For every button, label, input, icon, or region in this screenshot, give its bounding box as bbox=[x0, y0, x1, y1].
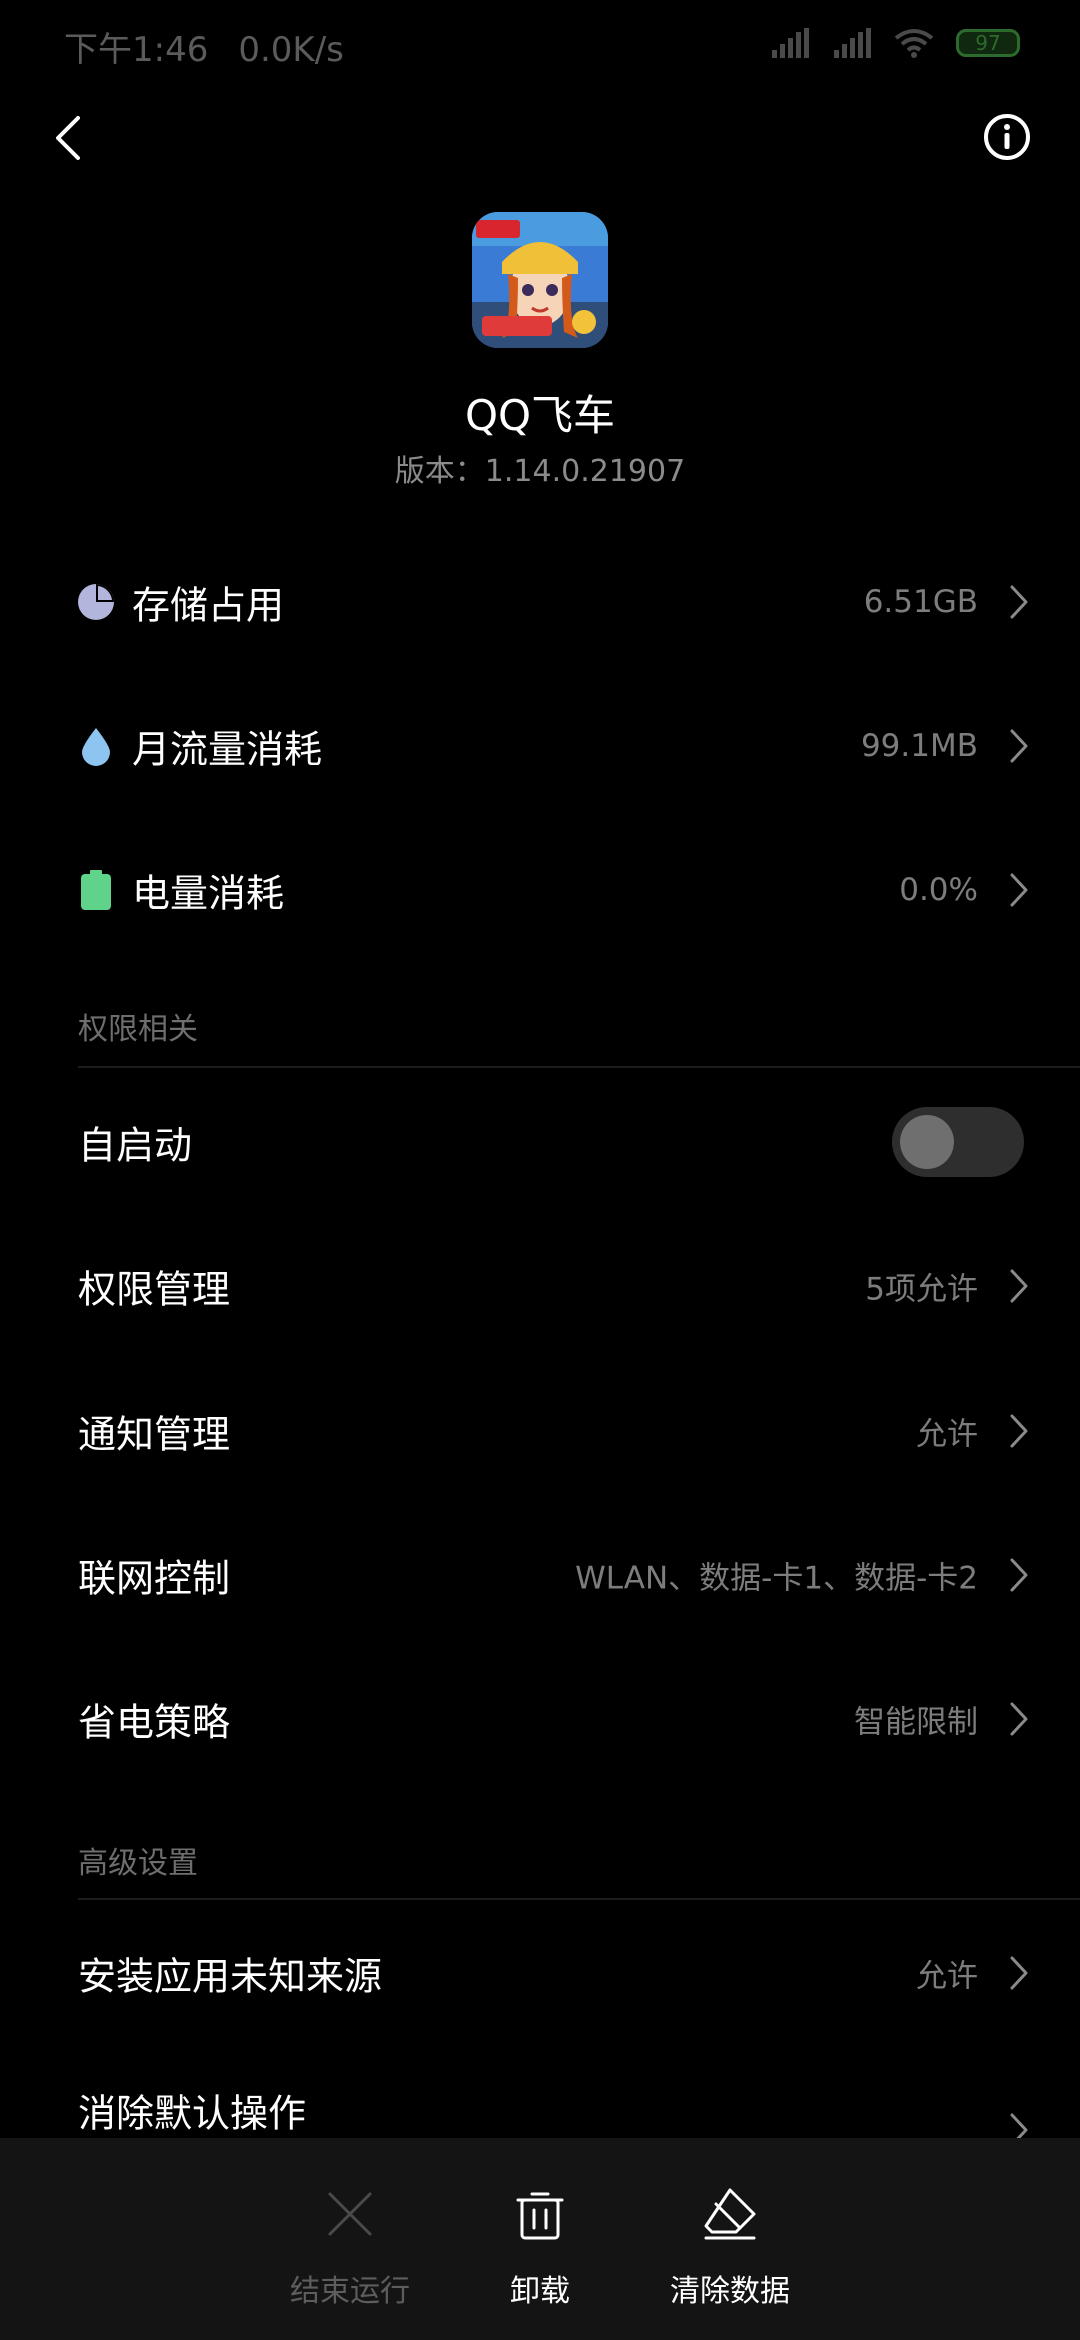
notification-management-value: 允许 bbox=[916, 1416, 978, 1453]
chevron-right-icon bbox=[1010, 1702, 1028, 1736]
storage-value: 6.51GB bbox=[863, 584, 978, 620]
install-unknown-sources-value: 允许 bbox=[916, 1958, 978, 1995]
data-usage-value: 99.1MB bbox=[860, 728, 978, 764]
status-network-speed: 0.0K/s bbox=[238, 30, 344, 70]
section-header-permissions: 权限相关 bbox=[78, 1012, 198, 1047]
chevron-right-icon bbox=[1010, 1414, 1028, 1448]
install-unknown-sources-row[interactable]: 安装应用未知来源 允许 bbox=[0, 1913, 1080, 2033]
chevron-right-icon bbox=[1010, 873, 1028, 907]
status-right: 97 bbox=[770, 28, 1020, 58]
battery-usage-label: 电量消耗 bbox=[132, 871, 285, 916]
battery-level: 97 bbox=[975, 31, 1001, 55]
signal-icon bbox=[772, 28, 809, 58]
close-x-icon bbox=[328, 2192, 372, 2236]
uninstall-button[interactable]: 卸载 bbox=[450, 2138, 630, 2340]
network-control-value: WLAN、数据-卡1、数据-卡2 bbox=[575, 1560, 978, 1597]
app-name: QQ飞车 bbox=[464, 391, 616, 440]
status-left: 下午1:46 0.0K/s bbox=[64, 22, 344, 71]
toggle-knob bbox=[900, 1115, 954, 1169]
status-bar: 下午1:46 0.0K/s 97 bbox=[0, 0, 1080, 90]
battery-icon bbox=[81, 870, 111, 910]
permission-management-value: 5项允许 bbox=[865, 1271, 978, 1308]
notification-management-label: 通知管理 bbox=[78, 1412, 231, 1457]
permission-management-row[interactable]: 权限管理 5项允许 bbox=[0, 1226, 1080, 1346]
app-icon bbox=[472, 212, 608, 348]
network-control-row[interactable]: 联网控制 WLAN、数据-卡1、数据-卡2 bbox=[0, 1515, 1080, 1635]
install-unknown-sources-label: 安装应用未知来源 bbox=[78, 1954, 383, 1999]
info-icon[interactable] bbox=[982, 112, 1032, 162]
eraser-icon bbox=[704, 2188, 756, 2240]
chevron-right-icon bbox=[1010, 585, 1028, 619]
storage-label: 存储占用 bbox=[132, 583, 285, 628]
section-header-advanced: 高级设置 bbox=[78, 1846, 198, 1881]
clear-data-button[interactable]: 清除数据 bbox=[640, 2138, 820, 2340]
network-control-label: 联网控制 bbox=[78, 1556, 231, 1601]
chevron-right-icon bbox=[1010, 1558, 1028, 1592]
droplet-icon bbox=[82, 728, 110, 766]
battery-saver-label: 省电策略 bbox=[78, 1700, 231, 1745]
uninstall-label: 卸载 bbox=[510, 2274, 570, 2309]
permission-management-label: 权限管理 bbox=[78, 1267, 231, 1312]
clear-data-label: 清除数据 bbox=[670, 2274, 790, 2309]
section-divider bbox=[78, 1066, 1080, 1068]
autostart-label: 自启动 bbox=[78, 1123, 193, 1168]
trash-icon bbox=[516, 2192, 564, 2240]
battery-saver-row[interactable]: 省电策略 智能限制 bbox=[0, 1659, 1080, 1779]
data-usage-row[interactable]: 月流量消耗 99.1MB bbox=[0, 686, 1080, 806]
autostart-toggle[interactable] bbox=[892, 1107, 1024, 1177]
chevron-right-icon bbox=[1010, 1956, 1028, 1990]
status-time: 下午1:46 bbox=[64, 30, 209, 70]
storage-row[interactable]: 存储占用 6.51GB bbox=[0, 542, 1080, 662]
force-stop-button[interactable]: 结束运行 bbox=[260, 2138, 440, 2340]
battery-usage-value: 0.0% bbox=[899, 872, 978, 908]
force-stop-label: 结束运行 bbox=[290, 2274, 410, 2309]
bottom-action-bar: 结束运行 卸载 清除数据 bbox=[0, 2138, 1080, 2340]
wifi-icon bbox=[894, 29, 934, 58]
app-version: 版本：1.14.0.21907 bbox=[394, 454, 686, 489]
signal-icon bbox=[834, 28, 871, 58]
chevron-right-icon bbox=[1010, 1269, 1028, 1303]
pie-chart-icon bbox=[78, 584, 114, 620]
chevron-right-icon bbox=[1010, 729, 1028, 763]
clear-defaults-label: 消除默认操作 bbox=[78, 2091, 307, 2136]
back-arrow-icon[interactable] bbox=[48, 110, 88, 166]
data-usage-label: 月流量消耗 bbox=[132, 727, 323, 772]
app-icon-artwork bbox=[472, 212, 608, 348]
battery-icon: 97 bbox=[956, 29, 1020, 57]
notification-management-row[interactable]: 通知管理 允许 bbox=[0, 1371, 1080, 1491]
battery-usage-row[interactable]: 电量消耗 0.0% bbox=[0, 830, 1080, 950]
battery-saver-value: 智能限制 bbox=[854, 1704, 978, 1741]
autostart-row[interactable]: 自启动 bbox=[0, 1082, 1080, 1202]
section-divider bbox=[78, 1898, 1080, 1900]
